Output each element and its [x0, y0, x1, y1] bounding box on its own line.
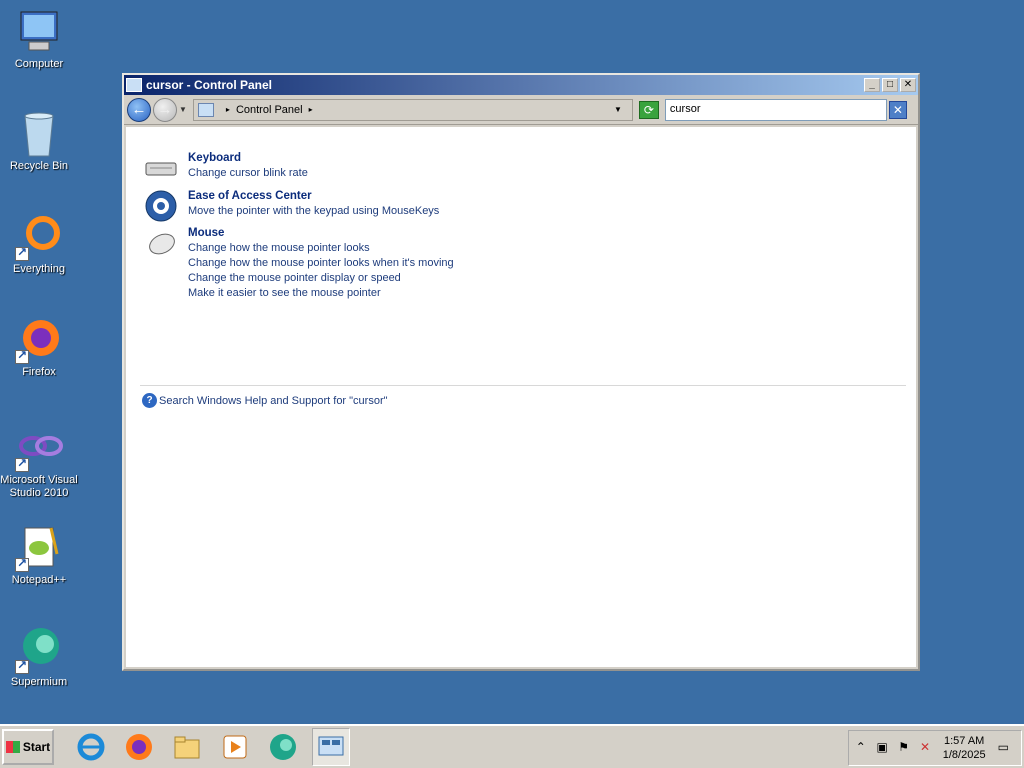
windows-logo-icon [5, 741, 20, 753]
control-panel-icon [197, 102, 214, 117]
desktop-icon-label: Computer [14, 58, 64, 70]
desktop-icon-recycle-bin[interactable]: Recycle Bin [0, 110, 78, 173]
control-panel-taskbar-button[interactable] [312, 728, 350, 766]
result-keyboard: Keyboard Change cursor blink rate [144, 151, 308, 185]
desktop-icon-label: Notepad++ [11, 574, 67, 586]
refresh-icon[interactable]: ⟳ [638, 100, 659, 119]
computer-icon [15, 8, 63, 56]
shortcut-arrow-icon [15, 658, 29, 674]
divider [140, 385, 906, 386]
breadcrumb-control-panel[interactable]: Control Panel [236, 104, 303, 116]
clock-date: 1/8/2025 [942, 749, 986, 761]
desktop-icon-supermium[interactable]: Supermium [0, 626, 78, 689]
control-panel-icon [126, 78, 142, 92]
desktop-icon-label: Supermium [10, 676, 68, 688]
result-link[interactable]: Move the pointer with the keypad using M… [188, 204, 439, 219]
file-explorer-icon[interactable] [168, 728, 206, 766]
media-player-icon[interactable] [216, 728, 254, 766]
recycle-bin-icon [15, 110, 63, 158]
notepad-plus-plus-icon [15, 524, 63, 572]
minimize-button[interactable]: _ [864, 78, 880, 92]
result-link[interactable]: Change cursor blink rate [188, 166, 308, 181]
desktop-icon-firefox[interactable]: Firefox [0, 316, 78, 379]
shortcut-arrow-icon [15, 556, 29, 572]
action-center-flag-icon[interactable]: ⚑ [896, 740, 911, 756]
desktop-icon-label: Firefox [22, 366, 56, 378]
desktop-icon-everything[interactable]: Everything [0, 213, 78, 276]
back-button[interactable]: ← [127, 97, 151, 122]
clock-time: 1:57 AM [943, 735, 985, 747]
result-link[interactable]: Change how the mouse pointer looks [188, 241, 454, 256]
chevron-right-icon[interactable]: ▸ [309, 105, 313, 114]
clock[interactable]: 1:57 AM 1/8/2025 [943, 734, 986, 762]
desktop-icon-notepad-plus-plus[interactable]: Notepad++ [0, 524, 78, 587]
desktop-icon-computer[interactable]: Computer [0, 8, 78, 71]
search-input[interactable]: cursor [664, 98, 887, 121]
start-label: Start [22, 740, 51, 754]
shortcut-arrow-icon [15, 245, 29, 261]
result-title[interactable]: Mouse [188, 226, 454, 241]
navigation-bar: ← → ▼ ▸ Control Panel ▸ ▼ ⟳ cursor ✕ [124, 95, 918, 125]
everything-icon [15, 213, 63, 261]
address-bar[interactable]: ▸ Control Panel ▸ ▼ [192, 98, 633, 121]
help-search-label[interactable]: Search Windows Help and Support for "cur… [159, 395, 388, 407]
maximize-button[interactable]: □ [882, 78, 898, 92]
clear-search-button[interactable]: ✕ [888, 100, 907, 119]
help-icon: ? [142, 393, 157, 408]
supermium-icon [15, 626, 63, 674]
result-link[interactable]: Change the mouse pointer display or spee… [188, 271, 454, 286]
chevron-right-icon[interactable]: ▸ [226, 105, 230, 114]
recent-pages-dropdown-icon[interactable]: ▼ [179, 105, 187, 114]
visual-studio-icon [15, 424, 63, 472]
result-title[interactable]: Keyboard [188, 151, 308, 166]
shortcut-arrow-icon [15, 348, 29, 364]
system-tray: ⌃ ▣ ⚑ ✕ 1:57 AM 1/8/2025 ▭ [848, 730, 1022, 766]
address-dropdown-icon[interactable]: ▼ [614, 105, 622, 114]
show-hidden-icons-icon[interactable]: ⌃ [853, 740, 868, 756]
result-link[interactable]: Change how the mouse pointer looks when … [188, 256, 454, 271]
ease-of-access-icon [144, 189, 178, 223]
result-ease-of-access: Ease of Access Center Move the pointer w… [144, 189, 439, 223]
result-mouse: Mouse Change how the mouse pointer looks… [144, 226, 454, 301]
control-panel-window: cursor - Control Panel _ □ ✕ ← → ▼ ▸ Con… [122, 73, 920, 671]
title-bar[interactable]: cursor - Control Panel _ □ ✕ [124, 75, 918, 95]
supermium-icon[interactable] [264, 728, 302, 766]
network-icon[interactable]: ▣ [874, 740, 889, 756]
desktop-icon-label: Recycle Bin [9, 160, 69, 172]
shortcut-arrow-icon [15, 456, 29, 472]
desktop-icon-visual-studio[interactable]: Microsoft Visual Studio 2010 [0, 424, 78, 500]
forward-button[interactable]: → [153, 97, 177, 122]
help-search-link[interactable]: ? Search Windows Help and Support for "c… [142, 393, 388, 408]
internet-explorer-icon[interactable] [72, 728, 110, 766]
desktop-icon-label: Everything [13, 263, 65, 275]
mouse-icon [144, 226, 178, 260]
start-button[interactable]: Start [2, 729, 54, 765]
taskbar: Start ⌃ ▣ ⚑ ✕ 1:57 AM 1/8/2025 ▭ [0, 724, 1024, 768]
show-desktop-icon[interactable]: ▭ [996, 740, 1011, 756]
firefox-icon [15, 316, 63, 364]
result-title[interactable]: Ease of Access Center [188, 189, 439, 204]
window-title: cursor - Control Panel [146, 78, 273, 92]
close-button[interactable]: ✕ [900, 78, 916, 92]
result-link[interactable]: Make it easier to see the mouse pointer [188, 286, 454, 301]
firefox-icon[interactable] [120, 728, 158, 766]
volume-muted-icon[interactable]: ✕ [917, 740, 932, 756]
search-results-pane: Keyboard Change cursor blink rate Ease o… [126, 127, 916, 667]
desktop-icon-label: Microsoft Visual Studio 2010 [0, 474, 78, 499]
keyboard-icon [144, 151, 178, 185]
